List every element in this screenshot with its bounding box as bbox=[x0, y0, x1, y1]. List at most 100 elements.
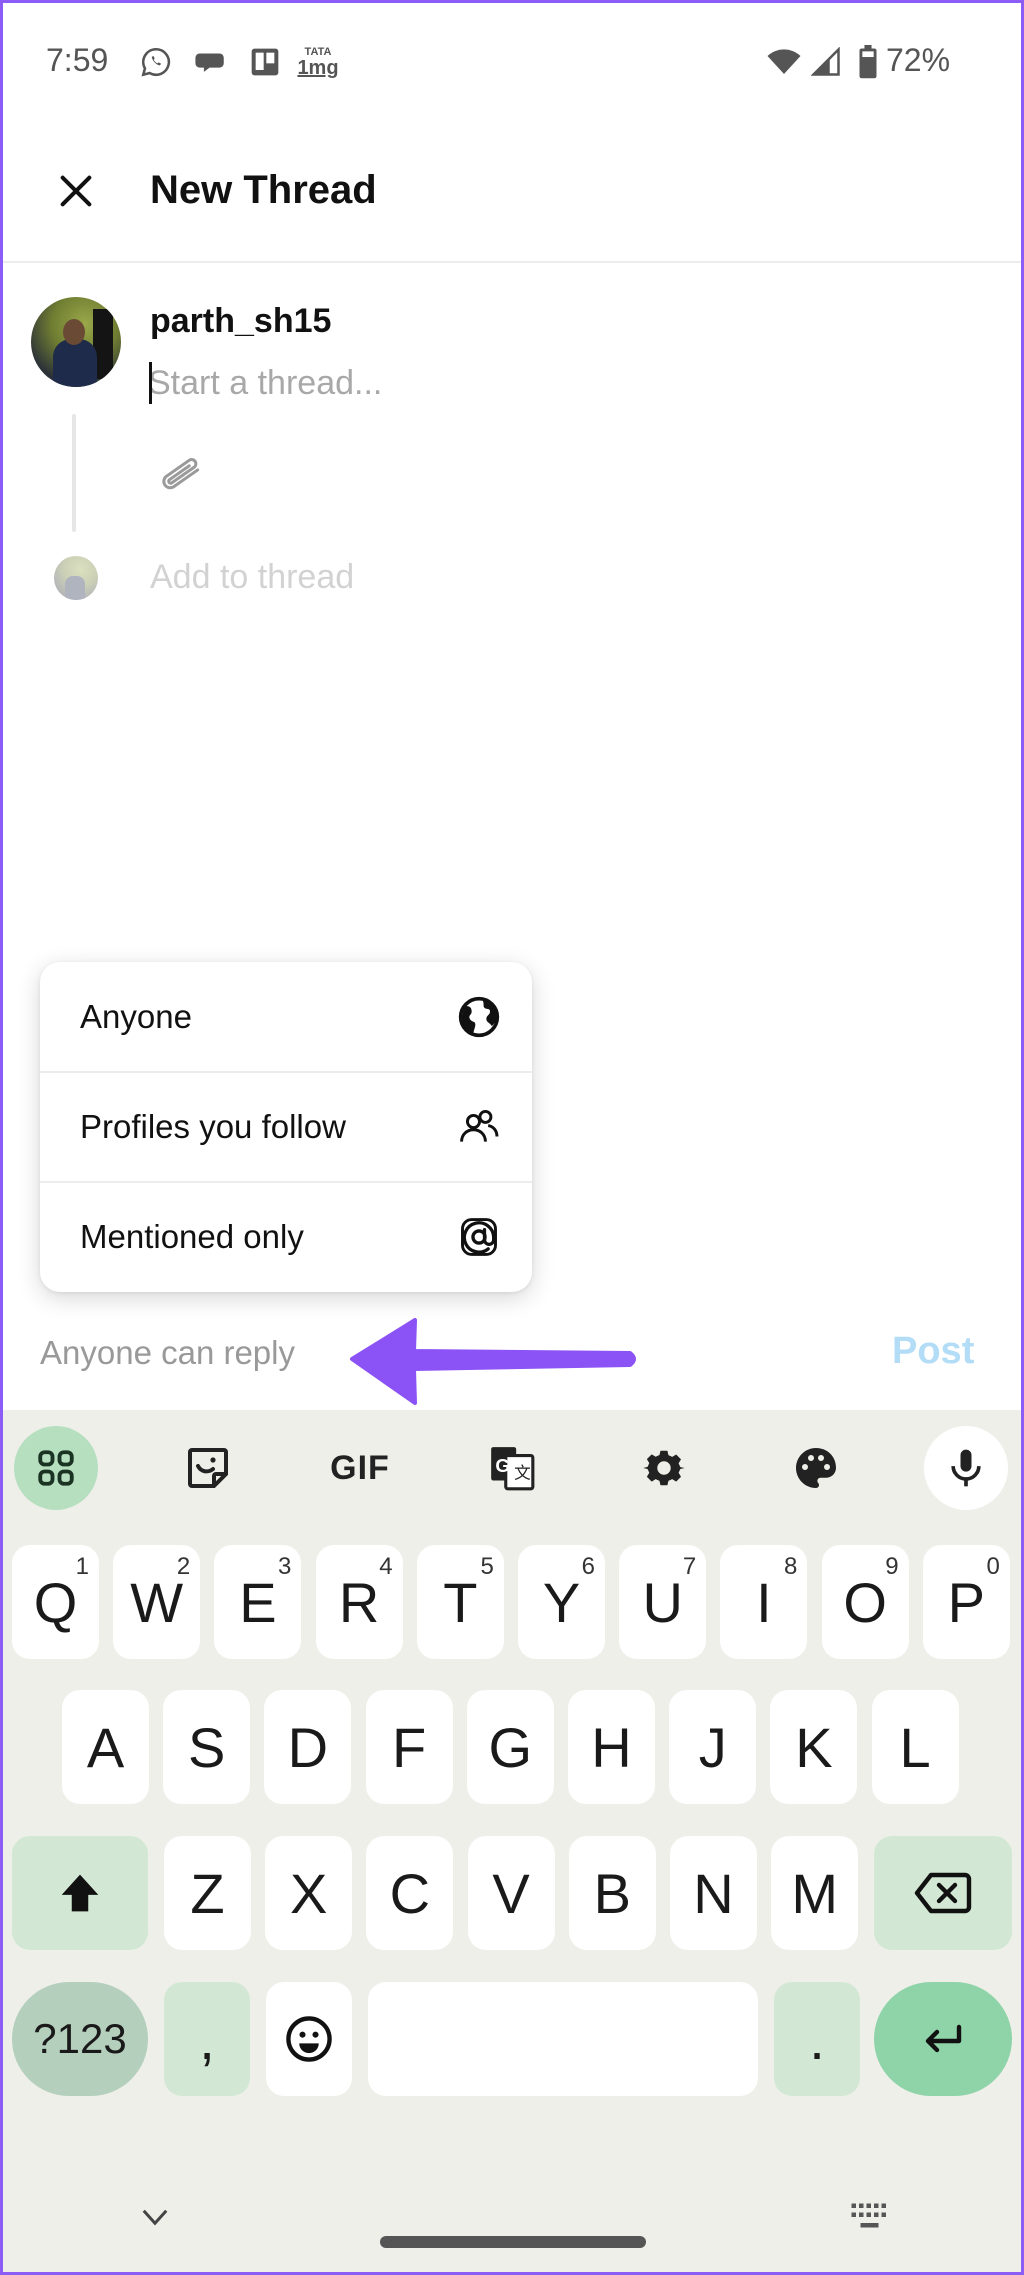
key-number-hint: 4 bbox=[379, 1553, 393, 1580]
thread-connector-line bbox=[72, 414, 76, 532]
space-key[interactable] bbox=[368, 1982, 758, 2096]
translate-icon: G文 bbox=[491, 1447, 535, 1491]
key-h[interactable]: H bbox=[568, 1690, 655, 1804]
menu-item-anyone[interactable]: Anyone bbox=[40, 962, 532, 1072]
key-label: T bbox=[443, 1570, 478, 1634]
key-i[interactable]: I8 bbox=[720, 1545, 808, 1659]
at-sign-icon bbox=[456, 1214, 502, 1260]
key-g[interactable]: G bbox=[466, 1690, 554, 1804]
key-number-hint: 8 bbox=[784, 1553, 798, 1580]
add-to-thread-button[interactable]: Add to thread bbox=[150, 558, 354, 597]
key-o[interactable]: O9 bbox=[821, 1545, 909, 1659]
key-label: R bbox=[338, 1570, 380, 1634]
backspace-icon bbox=[914, 1872, 972, 1914]
user-avatar[interactable] bbox=[31, 297, 121, 387]
key-b[interactable]: B bbox=[568, 1836, 656, 1950]
key-number-hint: 3 bbox=[278, 1553, 292, 1580]
key-c[interactable]: C bbox=[366, 1836, 454, 1950]
key-y[interactable]: Y6 bbox=[518, 1545, 605, 1659]
sticker-icon bbox=[188, 1448, 228, 1488]
trello-icon bbox=[247, 44, 283, 80]
key-label: Q bbox=[33, 1570, 78, 1634]
text-cursor bbox=[149, 362, 152, 404]
shift-key[interactable] bbox=[12, 1836, 148, 1950]
key-l[interactable]: L bbox=[871, 1690, 959, 1804]
theme-button[interactable] bbox=[774, 1426, 858, 1510]
voice-input-button[interactable] bbox=[924, 1426, 1008, 1510]
home-gesture-bar[interactable] bbox=[380, 2236, 646, 2248]
switch-keyboard-button[interactable] bbox=[846, 2192, 896, 2242]
post-button[interactable]: Post bbox=[892, 1330, 974, 1373]
paperclip-icon bbox=[162, 458, 200, 490]
key-label: I bbox=[756, 1570, 772, 1634]
apps-grid-button[interactable] bbox=[14, 1426, 98, 1510]
key-t[interactable]: T5 bbox=[416, 1545, 504, 1659]
key-label: E bbox=[239, 1570, 277, 1634]
menu-item-label: Mentioned only bbox=[80, 1218, 304, 1255]
key-number-hint: 7 bbox=[682, 1553, 697, 1580]
key-s[interactable]: S bbox=[163, 1690, 251, 1804]
menu-item-profiles-you-follow[interactable]: Profiles you follow bbox=[40, 1072, 532, 1182]
apps-grid-icon bbox=[38, 1450, 74, 1486]
key-w[interactable]: W2 bbox=[113, 1545, 201, 1659]
attach-button[interactable] bbox=[152, 450, 208, 506]
key-n[interactable]: N bbox=[670, 1836, 757, 1950]
reply-permission-menu: Anyone Profiles you follow Mentioned onl… bbox=[40, 962, 532, 1292]
people-icon bbox=[456, 1104, 502, 1150]
thread-text-input[interactable] bbox=[148, 360, 848, 406]
key-label: O bbox=[843, 1570, 887, 1634]
key-r[interactable]: R4 bbox=[315, 1545, 403, 1659]
shift-arrow-icon bbox=[61, 1874, 99, 1912]
svg-text:文: 文 bbox=[514, 1463, 531, 1482]
key-label: P bbox=[947, 1570, 985, 1634]
key-k[interactable]: K bbox=[770, 1690, 858, 1804]
chevron-down-icon bbox=[142, 2209, 168, 2226]
sticker-button[interactable] bbox=[166, 1426, 250, 1510]
period-key[interactable]: . bbox=[774, 1982, 860, 2096]
reply-setting-button[interactable]: Anyone can reply bbox=[40, 1334, 295, 1372]
key-p[interactable]: P0 bbox=[922, 1545, 1010, 1659]
gif-button[interactable]: GIF bbox=[318, 1426, 402, 1510]
messages-icon bbox=[193, 44, 229, 80]
key-number-hint: 0 bbox=[986, 1553, 1000, 1580]
symbols-key[interactable]: ?123 bbox=[12, 1982, 148, 2096]
enter-arrow-icon bbox=[925, 2024, 962, 2053]
header-divider bbox=[0, 261, 1024, 263]
keyboard-icon bbox=[851, 2203, 886, 2228]
wifi-icon bbox=[766, 44, 802, 80]
key-a[interactable]: A bbox=[62, 1690, 149, 1804]
close-icon bbox=[60, 175, 92, 207]
translate-button[interactable]: G文 bbox=[470, 1426, 554, 1510]
key-x[interactable]: X bbox=[265, 1836, 353, 1950]
settings-button[interactable] bbox=[622, 1426, 706, 1510]
close-button[interactable] bbox=[50, 165, 102, 217]
svg-text:G: G bbox=[495, 1455, 510, 1476]
enter-key[interactable] bbox=[874, 1982, 1012, 2096]
battery-icon bbox=[850, 44, 886, 80]
key-v[interactable]: V bbox=[467, 1836, 555, 1950]
whatsapp-icon bbox=[138, 44, 174, 80]
key-f[interactable]: F bbox=[365, 1690, 453, 1804]
annotation-arrow-icon bbox=[350, 1318, 636, 1405]
comma-key[interactable]: , bbox=[164, 1982, 250, 2096]
key-j[interactable]: J bbox=[669, 1690, 757, 1804]
key-d[interactable]: D bbox=[264, 1690, 352, 1804]
key-m[interactable]: M bbox=[771, 1836, 859, 1950]
hide-keyboard-button[interactable] bbox=[130, 2192, 180, 2242]
emoji-icon bbox=[286, 2016, 332, 2062]
key-number-hint: 2 bbox=[176, 1553, 191, 1580]
key-label: W bbox=[130, 1570, 184, 1634]
key-e[interactable]: E3 bbox=[214, 1545, 302, 1659]
emoji-key[interactable] bbox=[266, 1982, 352, 2096]
battery-percentage: 72% bbox=[886, 42, 951, 78]
key-number-hint: 6 bbox=[581, 1553, 595, 1580]
key-u[interactable]: U7 bbox=[619, 1545, 707, 1659]
add-thread-avatar bbox=[54, 556, 98, 600]
key-z[interactable]: Z bbox=[164, 1836, 251, 1950]
key-q[interactable]: Q1 bbox=[12, 1545, 99, 1659]
settings-gear-icon bbox=[643, 1450, 685, 1486]
key-number-hint: 1 bbox=[75, 1553, 89, 1580]
menu-item-label: Profiles you follow bbox=[80, 1108, 346, 1145]
backspace-key[interactable] bbox=[874, 1836, 1012, 1950]
menu-item-mentioned-only[interactable]: Mentioned only bbox=[40, 1182, 532, 1292]
